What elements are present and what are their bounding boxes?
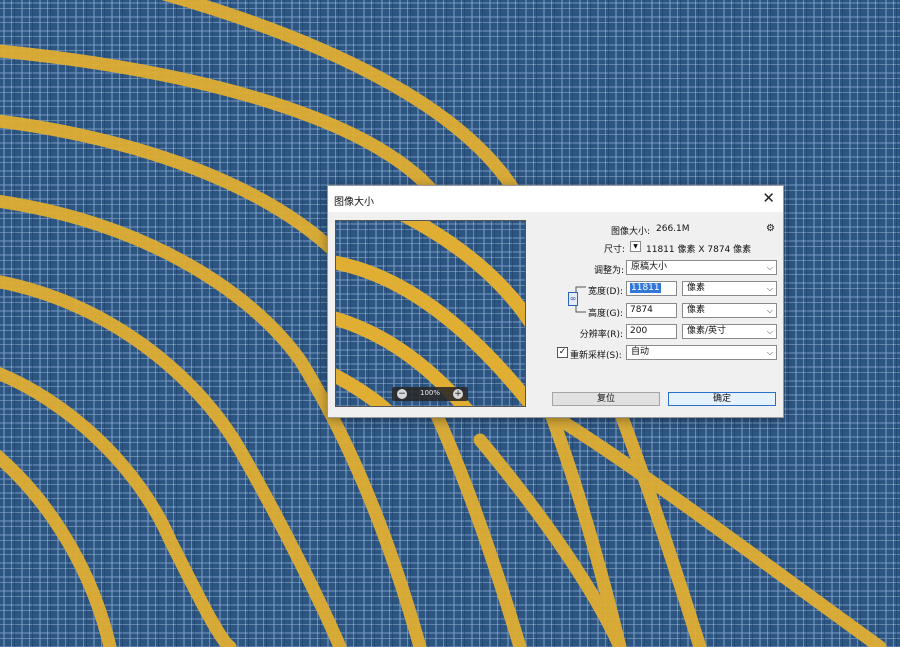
image-size-dialog: 图像大小 ✕ − 100% + 图像大小: 266.1M ⚙ 尺寸: ▼ 118… [327,185,784,418]
resample-select[interactable]: 自动 ⌵ [626,345,777,360]
chevron-down-icon: ⌵ [766,263,773,272]
resolution-unit-select[interactable]: 像素/英寸 ⌵ [682,324,777,339]
chevron-down-icon: ⌵ [766,348,773,357]
width-unit-value: 像素 [687,283,706,293]
resolution-unit-value: 像素/英寸 [687,326,727,336]
zoom-in-icon[interactable]: + [453,389,463,399]
resample-checkbox[interactable]: ✓ [557,347,568,358]
height-label: 高度(G): [587,309,623,319]
dialog-titlebar: 图像大小 ✕ [328,186,783,212]
resolution-label: 分辨率(R): [579,330,623,340]
fit-to-value: 原稿大小 [631,262,668,272]
resample-label: 重新采样(S): [570,351,622,361]
link-proportions-icon[interactable]: ∞ [568,292,578,306]
fit-to-select[interactable]: 原稿大小 ⌵ [626,260,777,275]
height-unit-select[interactable]: 像素 ⌵ [682,303,777,318]
height-value: 7874 [630,305,653,315]
width-unit-select[interactable]: 像素 ⌵ [682,281,777,296]
close-icon[interactable]: ✕ [762,190,775,206]
chevron-down-icon: ⌵ [766,284,773,293]
dimensions-value: 11811 像素 X 7874 像素 [646,245,752,255]
ok-button[interactable]: 确定 [668,392,776,406]
chevron-down-icon: ⌵ [766,327,773,336]
dialog-title: 图像大小 [334,197,374,208]
height-input[interactable]: 7874 [626,303,677,318]
dimensions-label: 尺寸: [603,245,625,255]
reset-button[interactable]: 复位 [552,392,660,406]
zoom-control: − 100% + [392,387,468,401]
resolution-value: 200 [630,326,648,336]
width-label: 宽度(D): [588,287,623,297]
image-size-label: 图像大小: [610,227,650,237]
width-input[interactable]: 11811 [626,281,677,296]
chevron-down-icon: ⌵ [766,306,773,315]
image-size-value: 266.1M [656,224,690,234]
dimensions-unit-dropdown[interactable]: ▼ [630,241,641,252]
width-value: 11811 [630,283,661,293]
preview-image [336,221,525,406]
height-unit-value: 像素 [687,305,706,315]
gear-icon[interactable]: ⚙ [766,223,775,234]
resample-value: 自动 [631,347,650,357]
resolution-input[interactable]: 200 [626,324,677,339]
image-preview[interactable]: − 100% + [335,220,526,407]
fit-to-label: 调整为: [593,266,624,276]
